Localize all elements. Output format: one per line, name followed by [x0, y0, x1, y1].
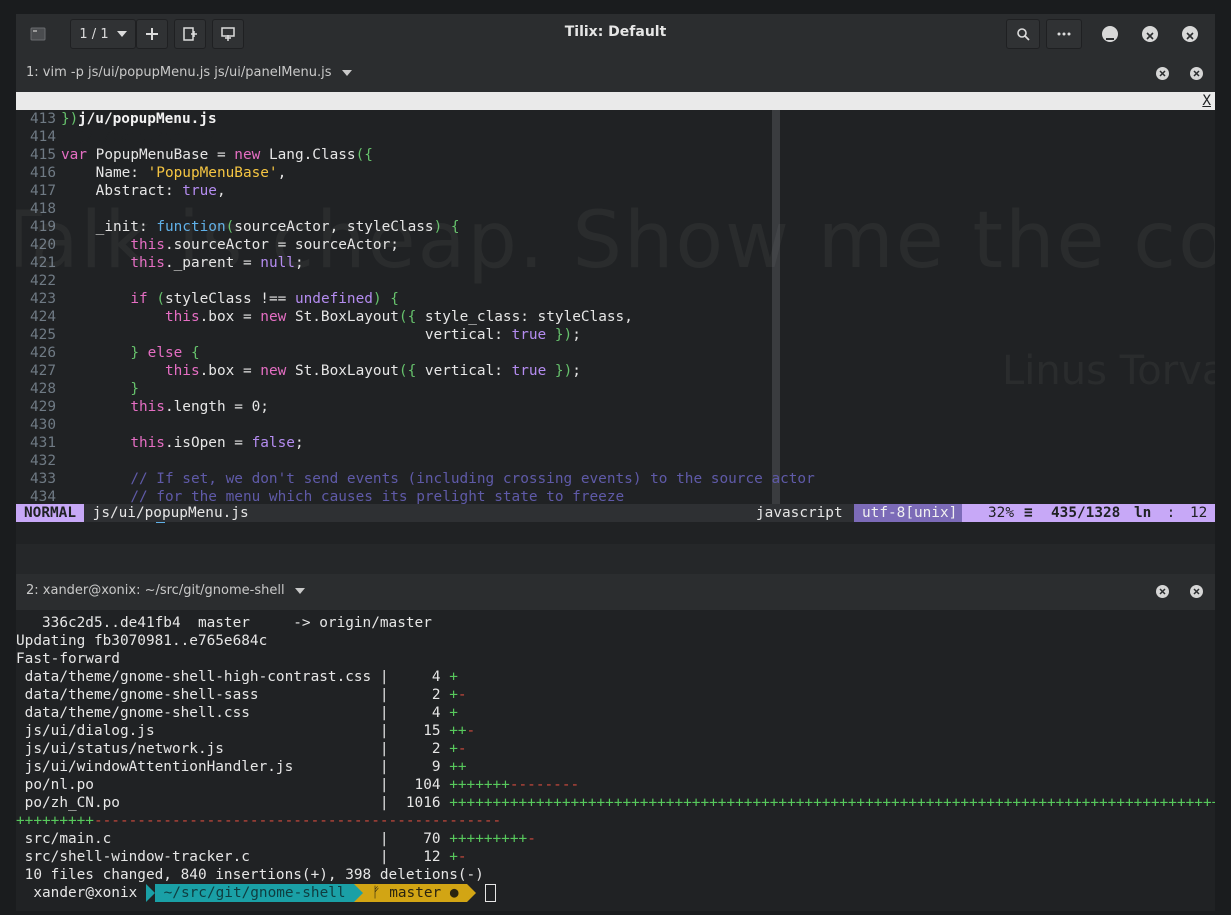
vim-column: 12 [1190, 505, 1208, 521]
vim-statusline: NORMAL js/ui/popupMenu.js javascript utf-8… [16, 504, 1215, 522]
shell-summary: 10 files changed, 840 insertions(+), 398… [16, 867, 484, 883]
vim-code-line: 423 if (styleClass !== undefined) { [30, 291, 399, 307]
vim-colon: : [1158, 505, 1184, 521]
shell-line: 336c2d5..de41fb4 master -> origin/master [16, 615, 432, 631]
diffstat-row: js/ui/status/network.js | 2 +- [16, 741, 467, 757]
vim-position-block: 32% ≡ 435/1328 ln : 12 [962, 504, 1215, 522]
prompt-path: ~/src/git/gnome-shell [154, 884, 355, 902]
diffstat-row: data/theme/gnome-shell-high-contrast.css… [16, 669, 458, 685]
vim-code-line: 427 this.box = new St.BoxLayout({ vertic… [30, 363, 581, 379]
maximize-icon [1159, 66, 1166, 81]
diffstat-row: data/theme/gnome-shell-sass | 2 +- [16, 687, 467, 703]
pane1-title-button[interactable]: 1: vim -p js/ui/popupMenu.js js/ui/panel… [26, 65, 352, 80]
prompt-branch: ᚠ master ● [363, 884, 468, 902]
vim-terminal[interactable]: j/u/popupMenu.js j/u/panelMenu.js X 413}… [16, 92, 1215, 544]
vim-code-line: 421 this._parent = null; [30, 255, 304, 271]
session-label: 1 / 1 [79, 26, 109, 42]
vim-code-line: 425 vertical: true }); [30, 327, 581, 343]
diffstat-row: data/theme/gnome-shell.css | 4 + [16, 705, 458, 721]
pane2-maximize-button[interactable] [1156, 585, 1169, 598]
diffstat-row: src/main.c | 70 +++++++++- [16, 831, 536, 847]
vim-code-line: 426 } else { [30, 345, 200, 361]
maximize-button[interactable] [1142, 26, 1158, 42]
minimize-button[interactable] [1102, 26, 1118, 42]
menu-button[interactable] [1046, 19, 1082, 49]
pane2-title-button[interactable]: 2: xander@xonix: ~/src/git/gnome-shell [26, 583, 305, 598]
prompt-user: xander@xonix [24, 885, 146, 901]
close-icon [1193, 584, 1200, 599]
vim-code-line: 417 Abstract: true, [30, 183, 226, 199]
vim-code-line: 413}); [30, 111, 88, 127]
terminal-icon [30, 27, 46, 41]
add-terminal-right-button[interactable] [174, 19, 206, 49]
add-icon [146, 28, 158, 40]
pane2-titlebar: 2: xander@xonix: ~/src/git/gnome-shell [16, 574, 1215, 610]
session-switcher-button[interactable]: 1 / 1 [70, 19, 136, 49]
chevron-down-icon [294, 583, 305, 598]
vim-code-line: 416 Name: 'PopupMenuBase', [30, 165, 287, 181]
vim-code-line: 429 this.length = 0; [30, 399, 269, 415]
pane1-close-button[interactable] [1190, 67, 1203, 80]
vim-code-line: 415 var PopupMenuBase = new Lang.Class({ [30, 147, 373, 163]
menu-lines-icon: ≡ [1024, 505, 1033, 521]
vim-code-line: 419 _init: function(sourceActor, styleCl… [30, 219, 460, 235]
chevron-down-icon [116, 31, 127, 37]
app-menu-button[interactable] [22, 19, 54, 49]
add-session-button[interactable] [136, 19, 168, 49]
shell-line: Updating fb3070981..e765e684c [16, 633, 268, 649]
vim-code-line: 418 [30, 201, 56, 217]
diffstat-row: src/shell-window-tracker.c | 12 +- [16, 849, 467, 865]
vim-code-line: 420 this.sourceActor = sourceActor; [30, 237, 399, 253]
vim-code-line: 431 this.isOpen = false; [30, 435, 304, 451]
diffstat-row: po/zh_CN.po | 1016 +++++++++++++++++++++… [16, 795, 1215, 811]
pane2-title: 2: xander@xonix: ~/src/git/gnome-shell [26, 583, 285, 598]
pane2-close-button[interactable] [1190, 585, 1203, 598]
shell-line: Fast-forward [16, 651, 120, 667]
line-number-icon: ln [1134, 505, 1152, 521]
tilix-window: 1 / 1 Tilix: Default 1: vim -p js/ui/pop… [16, 14, 1215, 911]
search-icon [1016, 27, 1030, 41]
vim-code-line: 430 [30, 417, 56, 433]
shell-prompt: xander@xonix ~/src/git/gnome-shell ᚠ mas… [16, 884, 1215, 902]
chevron-down-icon [341, 65, 352, 80]
vim-code-line: 414 [30, 129, 56, 145]
terminal-cursor [484, 884, 496, 902]
pane1-titlebar: 1: vim -p js/ui/popupMenu.js js/ui/panel… [16, 56, 1215, 92]
add-terminal-down-button[interactable] [212, 19, 244, 49]
close-icon [1193, 66, 1200, 81]
pane1-title: 1: vim -p js/ui/popupMenu.js js/ui/panel… [26, 65, 332, 80]
diffstat-row: js/ui/dialog.js | 15 ++- [16, 723, 476, 739]
more-icon [1057, 32, 1071, 36]
vim-code-line: 428 } [30, 381, 139, 397]
vim-code-line: 433 // If set, we don't send events (inc… [30, 471, 815, 487]
diffstat-row: js/ui/windowAttentionHandler.js | 9 ++ [16, 759, 467, 775]
vim-mode: NORMAL [16, 504, 84, 522]
vim-tabline: j/u/popupMenu.js j/u/panelMenu.js X [16, 92, 1215, 145]
vim-line-position: 435/1328 [1051, 505, 1121, 521]
vim-encoding: utf-8[unix] [854, 504, 962, 522]
vim-filetype: javascript [756, 505, 843, 521]
vim-code-line: 424 this.box = new St.BoxLayout({ style_… [30, 309, 633, 325]
maximize-icon [1159, 584, 1166, 599]
diffstat-wrap: +++++++++-------------------------------… [16, 813, 502, 829]
vim-code-line: 432 [30, 453, 56, 469]
diffstat-row: po/nl.po | 104 +++++++-------- [16, 777, 580, 793]
vim-tab-close[interactable]: X [1202, 92, 1211, 110]
vim-percent: 32% [988, 505, 1014, 521]
close-button[interactable] [1182, 26, 1198, 42]
maximize-icon [1146, 25, 1154, 44]
add-right-icon [183, 27, 197, 41]
add-down-icon [221, 27, 235, 41]
vim-filename: js/ui/popupMenu.js [92, 505, 249, 521]
vim-code-line: 422 [30, 273, 56, 289]
find-button[interactable] [1006, 19, 1040, 49]
pane1-maximize-button[interactable] [1156, 67, 1169, 80]
minimize-icon [1106, 25, 1114, 44]
shell-terminal[interactable]: 336c2d5..de41fb4 master -> origin/master… [16, 610, 1215, 911]
close-icon [1186, 25, 1194, 44]
